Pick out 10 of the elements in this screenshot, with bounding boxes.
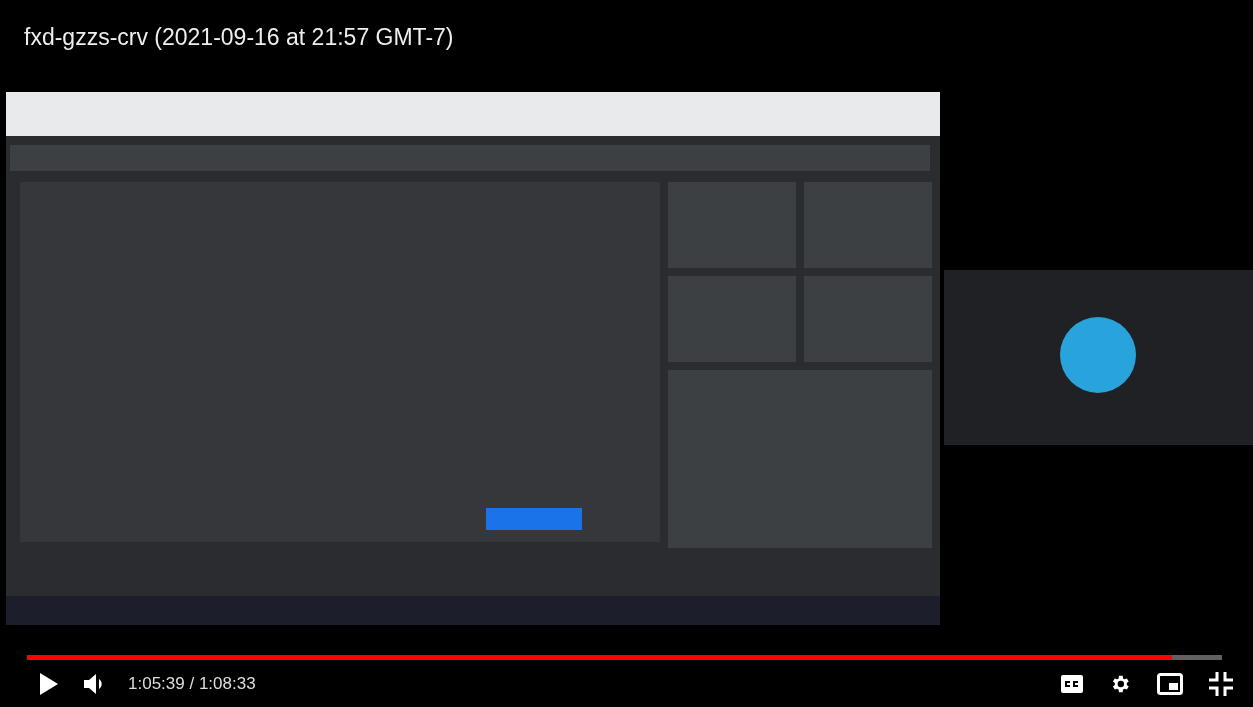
subtitles-button[interactable] xyxy=(1061,674,1083,693)
time-display: 1:05:39 / 1:08:33 xyxy=(128,673,256,694)
exit-fullscreen-button[interactable] xyxy=(1209,671,1233,696)
miniplayer-button[interactable] xyxy=(1157,672,1183,695)
exit-fullscreen-icon xyxy=(1209,671,1233,696)
play-icon xyxy=(40,672,58,695)
miniplayer-icon xyxy=(1157,672,1183,695)
play-button[interactable] xyxy=(40,672,58,695)
video-title: fxd-gzzs-crv (2021-09-16 at 21:57 GMT-7) xyxy=(24,24,454,51)
subtitles-icon xyxy=(1061,674,1083,693)
